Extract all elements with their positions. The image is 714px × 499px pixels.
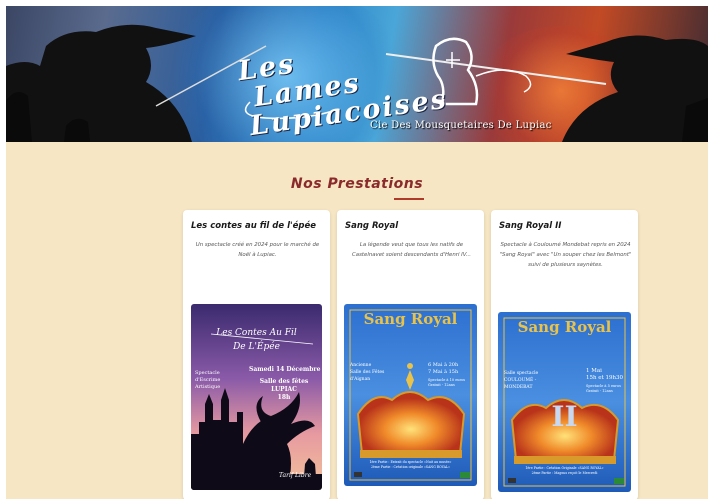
poster-left-text: Ancienne Salle des Fêtes d'Aignan	[350, 362, 384, 383]
poster-left-line: d'Escrime	[195, 377, 221, 383]
poster-notes: Spectacle à 10 euros Gratuit - 12ans	[428, 378, 465, 388]
prestation-card[interactable]: Les contes au fil de l'épée Un spectacle…	[183, 210, 330, 499]
poster-artwork	[344, 304, 477, 486]
poster-venue-1: Salle des fêtes	[259, 378, 309, 385]
poster-footer-line: 2ème Partie : Magnus reçoit le Mercredi	[531, 471, 598, 475]
poster-image[interactable]: Les Contes Au Fil De L'Épée Spectacle d'…	[191, 304, 322, 490]
poster-left-line: COULOUMÉ -	[504, 378, 537, 383]
poster-time: 18h	[277, 394, 291, 401]
poster-left-line: MONDEBAT	[504, 385, 533, 390]
poster-left-line: Artistique	[195, 384, 221, 390]
poster-date-line: 15h et 19h30	[586, 375, 624, 381]
poster-date-line: 6 Mai à 20h	[428, 362, 459, 368]
card-description: La légende veut que tous les natifs de C…	[352, 242, 471, 258]
poster-notes: Spectacle à 5 euros Gratuit - 12ans	[586, 384, 621, 394]
poster-image[interactable]: Sang Royal Ancienne Salle des Fêtes d'Ai…	[344, 304, 477, 486]
poster-left-line: Salle spectacle	[504, 371, 539, 376]
poster-left-text: Salle spectacle COULOUMÉ - MONDEBAT	[504, 370, 538, 391]
poster-footer: 1ère Partie : Extrait du spectacle «Nuit…	[344, 460, 477, 470]
poster-left-line: Spectacle	[195, 370, 220, 376]
poster-left-line: Ancienne	[350, 363, 372, 368]
poster-title-line-2: De L'Épée	[233, 342, 280, 352]
card-title[interactable]: Sang Royal	[345, 221, 398, 231]
section-title: Nos Prestations	[290, 176, 424, 192]
poster-left-line: d'Aignan	[350, 377, 371, 382]
prestation-card[interactable]: Sang Royal II Spectacle à Couloumé Monde…	[491, 210, 638, 499]
poster-image[interactable]: Sang Royal II Salle spectacle COULOUMÉ -…	[498, 312, 631, 492]
poster-dates: 1 Mai 15h et 19h30	[586, 368, 623, 382]
poster-price: Tarif Libre	[279, 472, 312, 479]
header-banner: Les Lames Lupiacoises Cie Des Mousquetai…	[6, 6, 708, 142]
poster-title: Sang Royal	[517, 318, 612, 336]
card-description: Un spectacle créé en 2024 pour le marché…	[195, 242, 320, 258]
section-title-underline	[394, 198, 424, 200]
card-description: Spectacle à Couloumé Mondebat repris en …	[499, 242, 632, 268]
poster-dates: 6 Mai à 20h 7 Mai à 15h	[428, 362, 458, 376]
prestation-card[interactable]: Sang Royal La légende veut que tous les …	[337, 210, 484, 499]
poster-date-line: 7 Mai à 15h	[428, 369, 459, 375]
poster-title-line-1: Les Contes Au Fil	[216, 328, 297, 338]
card-title[interactable]: Sang Royal II	[499, 221, 561, 231]
poster-venue-2: LUPIAC	[271, 386, 297, 393]
banner-subtitle: Cie Des Mousquetaires De Lupiac	[370, 120, 552, 131]
card-title[interactable]: Les contes au fil de l'épée	[191, 221, 316, 231]
page: Les Lames Lupiacoises Cie Des Mousquetai…	[6, 6, 708, 499]
poster-numeral: II	[551, 400, 578, 433]
poster-note-line: Gratuit - 12ans	[586, 389, 613, 393]
poster-note-line: Gratuit - 12ans	[428, 383, 455, 387]
poster-date-line: 1 Mai	[586, 368, 602, 374]
poster-date: Samedi 14 Décembre	[249, 366, 321, 373]
poster-left-text: Spectacle d'Escrime Artistique	[195, 370, 220, 391]
poster-footer-line: 2ème Partie : Création originale «SANG R…	[371, 465, 450, 469]
poster-footer: 1ère Partie : Création Originale «SANG R…	[498, 466, 631, 476]
poster-title: Sang Royal	[363, 310, 458, 328]
poster-left-line: Salle des Fêtes	[350, 370, 385, 375]
